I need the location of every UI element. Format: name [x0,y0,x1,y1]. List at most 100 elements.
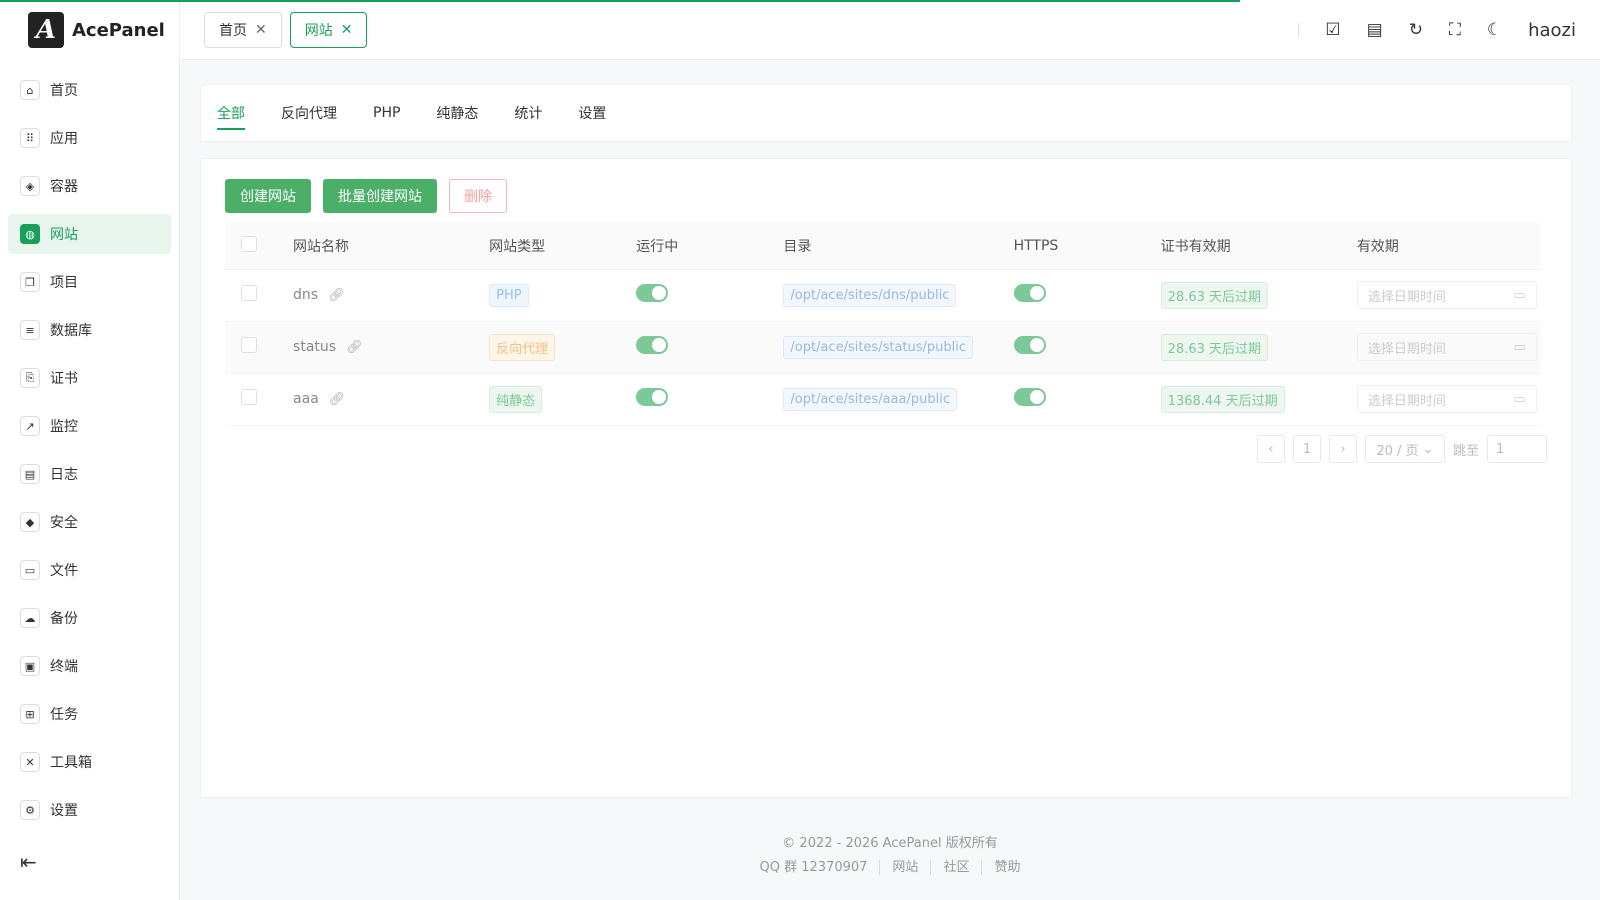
running-toggle[interactable] [636,388,669,406]
sidebar-item-11[interactable]: ☁ 备份 [8,598,171,638]
footer-link[interactable]: 社区 [930,860,982,875]
expiry-date-picker[interactable]: 选择日期时间 ▭ [1356,385,1537,413]
subtab-5[interactable]: 设置 [578,84,606,142]
sidebar-item-8[interactable]: ▤ 日志 [8,454,171,494]
sidebar-item-label: 备份 [50,611,78,627]
directory-cell: /opt/ace/sites/dns/public [767,269,998,322]
sidebar-item-label: 首页 [50,83,78,99]
column-header: 网站名称 [277,223,474,270]
document-icon[interactable]: ▤ [1367,20,1383,40]
row-checkbox[interactable] [241,337,257,353]
select-all-checkbox[interactable] [241,235,257,252]
sidebar-item-15[interactable]: ⚙ 设置 [8,790,171,830]
link-icon[interactable]: 🔗︎ [329,392,346,407]
cert-expiry-cell: 28.63 天后过期 [1144,269,1341,322]
sidebar-item-label: 网站 [50,227,78,243]
date-placeholder: 选择日期时间 [1367,289,1446,305]
website-type-cell: 反向代理 [473,321,621,374]
sidebar-item-9[interactable]: ◆ 安全 [8,502,171,542]
tab-home[interactable]: 首页 ✕ [204,12,282,48]
websites-table: 网站名称 网站类型 运行中 目录 HTTPS 证书有效期 有效期 dns 🔗︎ PHP /op… [225,223,1541,426]
date-placeholder: 选择日期时间 [1367,341,1446,357]
page-number-button[interactable]: 1 [1292,435,1321,463]
sidebar-item-7[interactable]: ↗ 监控 [8,406,171,446]
table-row: dns 🔗︎ PHP /opt/ace/sites/dns/public 28.6… [225,269,1541,322]
website-type-tag: 纯静态 [489,385,543,413]
row-select-cell [225,269,278,322]
row-checkbox[interactable] [241,285,257,301]
sidebar-item-12[interactable]: ▣ 终端 [8,646,171,686]
https-toggle[interactable] [1013,336,1046,354]
sidebar-item-10[interactable]: ▭ 文件 [8,550,171,590]
running-toggle[interactable] [636,336,669,354]
page-size-select[interactable]: 20 / 页 ⌄ [1364,435,1445,463]
directory-path[interactable]: /opt/ace/sites/dns/public [783,283,957,307]
collapse-sidebar-icon[interactable]: ⇤ [20,850,37,874]
user-name[interactable]: haozi [1528,20,1576,41]
logo[interactable]: A AcePanel [0,0,179,60]
subtab-0[interactable]: 全部 [217,84,245,142]
sidebar-item-0[interactable]: ⌂ 首页 [8,70,171,110]
sidebar-item-5[interactable]: ≡ 数据库 [8,310,171,350]
subtab-2[interactable]: PHP [373,84,400,142]
sidebar-item-label: 监控 [50,419,78,435]
pagination: ‹ 1 › 20 / 页 ⌄ 跳至 1 [1256,435,1547,463]
tab-websites[interactable]: 网站 ✕ [289,12,368,48]
website-name-cell: status 🔗︎ [277,321,474,374]
expiry-date-picker[interactable]: 选择日期时间 ▭ [1356,281,1537,309]
cert-expiry-cell: 1368.44 天后过期 [1144,373,1341,426]
directory-cell: /opt/ace/sites/status/public [767,321,998,374]
terminal-icon: ▣ [20,656,40,676]
close-icon[interactable]: ✕ [341,22,353,38]
divider [1298,23,1300,37]
sidebar-item-4[interactable]: ❐ 项目 [8,262,171,302]
sidebar-item-3[interactable]: ◍ 网站 [8,214,171,254]
footer-link[interactable]: QQ 群 12370907 [748,860,880,875]
close-icon[interactable]: ✕ [255,22,267,38]
task-check-icon[interactable]: ☑ [1325,20,1340,40]
website-name[interactable]: dns [293,287,318,303]
cert-expiry-tag: 28.63 天后过期 [1160,281,1269,309]
sidebar-item-label: 日志 [50,467,78,483]
link-icon[interactable]: 🔗︎ [328,288,345,303]
sidebar-item-6[interactable]: ⎘ 证书 [8,358,171,398]
footer-link[interactable]: 赞助 [981,860,1033,875]
https-toggle[interactable] [1013,388,1046,406]
delete-button[interactable]: 删除 [449,179,507,213]
jump-page-input[interactable]: 1 [1487,435,1547,463]
sidebar-item-1[interactable]: ⠿ 应用 [8,118,171,158]
dark-mode-icon[interactable]: ☾ [1487,20,1502,40]
directory-path[interactable]: /opt/ace/sites/status/public [783,335,974,359]
sidebar-item-13[interactable]: ⊞ 任务 [8,694,171,734]
fullscreen-icon[interactable]: ⛶ [1449,20,1461,40]
batch-create-website-button[interactable]: 批量创建网站 [323,179,437,213]
website-type-tag: PHP [489,283,529,307]
layers-icon: ◈ [20,176,40,196]
website-name[interactable]: status [293,339,336,355]
running-cell [620,269,768,322]
footer: © 2022 - 2026 AcePanel 版权所有 QQ 群 1237090… [180,832,1600,880]
running-toggle[interactable] [636,284,669,302]
row-checkbox[interactable] [241,389,257,405]
next-page-button[interactable]: › [1328,435,1357,463]
sidebar-item-label: 证书 [50,371,78,387]
subtab-1[interactable]: 反向代理 [281,84,337,142]
refresh-icon[interactable]: ↻ [1409,20,1423,40]
sidebar-item-2[interactable]: ◈ 容器 [8,166,171,206]
create-website-button[interactable]: 创建网站 [225,179,311,213]
header: 首页 ✕ 网站 ✕ ☑ ▤ ↻ ⛶ ☾ haozi [180,0,1600,60]
row-select-cell [225,373,278,426]
prev-page-button[interactable]: ‹ [1256,435,1285,463]
expiry-cell: 选择日期时间 ▭ [1340,269,1541,322]
link-icon[interactable]: 🔗︎ [346,340,363,355]
directory-path[interactable]: /opt/ace/sites/aaa/public [783,387,957,411]
expiry-date-picker[interactable]: 选择日期时间 ▭ [1356,333,1537,361]
running-cell [620,373,768,426]
subtab-3[interactable]: 纯静态 [436,84,478,142]
subtab-4[interactable]: 统计 [514,84,542,142]
footer-link[interactable]: 网站 [879,860,931,875]
website-name[interactable]: aaa [293,391,319,407]
gear-icon: ⚙ [20,800,40,820]
https-toggle[interactable] [1013,284,1046,302]
sidebar-item-14[interactable]: ✕ 工具箱 [8,742,171,782]
